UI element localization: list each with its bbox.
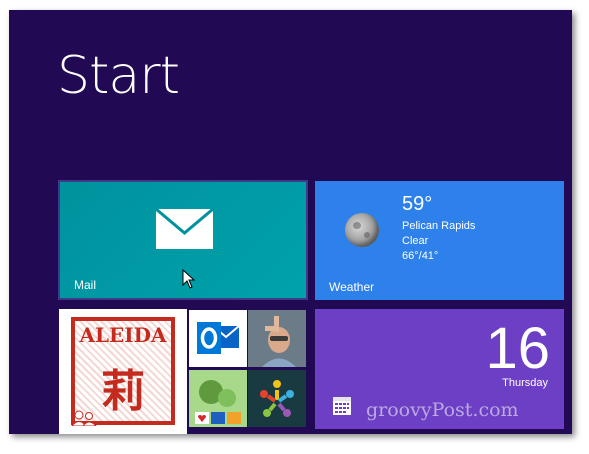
outlook-tile[interactable] xyxy=(189,310,247,367)
colorful-logo-icon xyxy=(260,380,294,417)
weather-temperature: 59° xyxy=(402,193,433,215)
weather-condition: Clear xyxy=(402,235,429,247)
person-photo-tile[interactable] xyxy=(248,310,306,367)
mail-tile-label: Mail xyxy=(74,278,97,292)
calendar-icon xyxy=(333,397,351,415)
calendar-day-number: 16 xyxy=(485,316,550,381)
weather-tile-label: Weather xyxy=(329,280,375,294)
photo-collage-tile[interactable] xyxy=(189,370,247,427)
mouse-cursor-icon xyxy=(182,269,196,289)
stamp-text: ALEIDA xyxy=(79,323,167,347)
start-title: Start xyxy=(57,46,180,106)
people-icon xyxy=(71,410,97,426)
photo-collage xyxy=(189,370,247,427)
weather-high-low: 66°/41° xyxy=(402,250,439,262)
outlook-icon xyxy=(197,322,240,354)
envelope-icon xyxy=(156,209,213,249)
stamp-image: ALEIDA 莉 xyxy=(71,317,175,425)
people-tile[interactable]: ALEIDA 莉 xyxy=(59,309,187,434)
start-screen: Start Mail 59° Pelican Rapids Clear 66°/… xyxy=(9,10,572,434)
calendar-weekday: Thursday xyxy=(502,377,548,389)
weather-tile[interactable]: 59° Pelican Rapids Clear 66°/41° Weather xyxy=(315,181,564,300)
watermark-text: groovyPost.com xyxy=(366,399,519,421)
person-photo xyxy=(248,310,306,367)
weather-location: Pelican Rapids xyxy=(402,220,476,232)
app-logo-tile[interactable] xyxy=(248,370,306,427)
mail-tile[interactable]: Mail xyxy=(58,180,308,300)
moon-icon xyxy=(345,213,379,247)
